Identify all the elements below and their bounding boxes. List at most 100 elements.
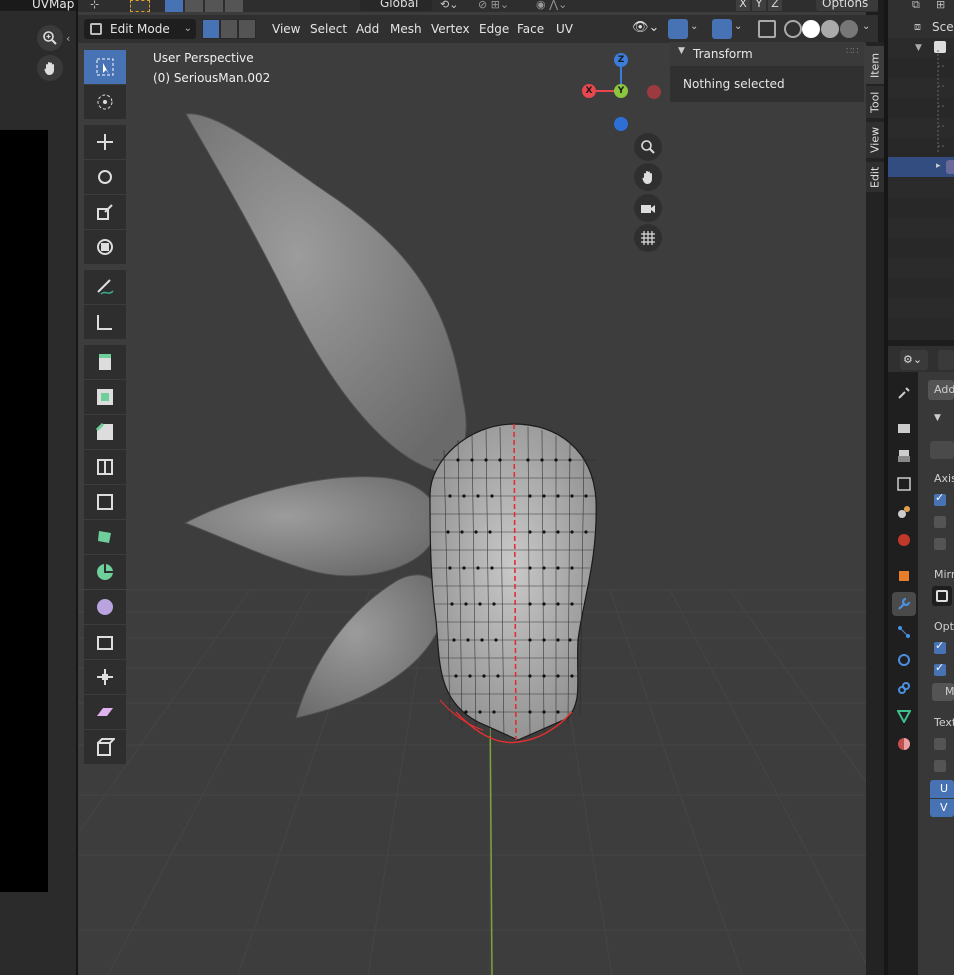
edge-select-button[interactable] — [220, 19, 238, 39]
outliner-row[interactable] — [888, 238, 954, 258]
zoom-icon[interactable] — [634, 133, 662, 161]
menu-uv[interactable]: UV — [552, 20, 577, 38]
menu-select[interactable]: Select — [306, 20, 351, 38]
rotate-tool[interactable] — [84, 160, 126, 194]
uv-image-canvas[interactable] — [0, 130, 48, 892]
uv-map-selector[interactable]: UVMap — [0, 0, 76, 11]
option-checkbox-1[interactable] — [934, 639, 946, 654]
measure-tool[interactable] — [84, 305, 126, 339]
axis-x-checkbox[interactable] — [934, 491, 946, 506]
pivot-point-icon[interactable]: ⟲⌄ — [440, 0, 470, 11]
gizmo-toggle-icon[interactable] — [668, 19, 688, 39]
modifier-properties-icon[interactable] — [892, 592, 916, 616]
smooth-tool[interactable] — [84, 590, 126, 624]
tab-item[interactable]: Item — [866, 46, 884, 84]
physics-properties-icon[interactable] — [892, 648, 916, 672]
navigation-gizmo[interactable]: Z X Y — [574, 48, 664, 138]
move-tool[interactable] — [84, 125, 126, 159]
mirror-y-toggle[interactable]: Y — [752, 0, 766, 11]
proportional-edit-icon[interactable]: ◉ ⋀⌄ — [536, 0, 586, 11]
vertex-select-button[interactable] — [202, 19, 220, 39]
spin-tool[interactable] — [84, 555, 126, 589]
world-properties-icon[interactable] — [892, 528, 916, 552]
tool-properties-icon[interactable] — [892, 381, 916, 405]
collapse-caret-icon[interactable]: ▼ — [934, 413, 941, 423]
chevron-down-icon[interactable]: ⌄ — [734, 21, 746, 37]
options-dropdown[interactable]: Options ⌄ — [816, 0, 878, 24]
3d-viewport[interactable] — [78, 0, 866, 975]
material-shading-icon[interactable] — [821, 20, 839, 38]
tab-tool[interactable]: Tool — [866, 86, 884, 118]
outliner-row[interactable] — [888, 258, 954, 278]
v-offset-field[interactable]: V — [930, 799, 954, 817]
poly-build-tool[interactable] — [84, 520, 126, 554]
menu-view[interactable]: View — [268, 20, 304, 38]
snap-icon[interactable]: ⊘ ⊞⌄ — [478, 0, 526, 11]
render-properties-icon[interactable] — [892, 416, 916, 440]
add-modifier-button[interactable]: Add — [928, 380, 954, 400]
inset-tool[interactable] — [84, 380, 126, 414]
mesh-body[interactable] — [429, 423, 597, 744]
drag-handle-icon[interactable]: ∷∷ — [846, 46, 859, 57]
gizmo-x-axis[interactable]: X — [582, 84, 596, 98]
overlay-toggle-icon[interactable] — [712, 19, 732, 39]
xray-toggle-icon[interactable] — [758, 20, 776, 38]
mirror-z-toggle[interactable]: Z — [768, 0, 782, 11]
menu-face[interactable]: Face — [513, 20, 548, 38]
view-layer-properties-icon[interactable] — [892, 472, 916, 496]
pan-hand-icon[interactable] — [37, 55, 63, 81]
extrude-tool[interactable] — [84, 345, 126, 379]
object-properties-icon[interactable] — [892, 564, 916, 588]
chevron-left-icon[interactable]: ‹ — [66, 32, 70, 45]
output-properties-icon[interactable] — [892, 444, 916, 468]
edge-slide-tool[interactable] — [84, 625, 126, 659]
texture-checkbox-1[interactable] — [934, 738, 946, 750]
menu-add[interactable]: Add — [352, 20, 383, 38]
scene-properties-icon[interactable] — [892, 500, 916, 524]
gizmo-neg-x-axis[interactable] — [647, 85, 661, 99]
constraint-properties-icon[interactable] — [892, 676, 916, 700]
wireframe-shading-icon[interactable] — [784, 20, 802, 38]
knife-tool[interactable] — [84, 485, 126, 519]
outliner-row[interactable] — [888, 298, 954, 318]
scene-collection-label[interactable]: Scen — [932, 20, 954, 34]
u-offset-field[interactable]: U — [930, 780, 954, 798]
collapse-caret-icon[interactable]: ▼ — [678, 46, 685, 56]
shear-tool[interactable] — [84, 695, 126, 729]
chevron-down-icon[interactable]: ⌄ — [690, 21, 702, 37]
axis-y-checkbox[interactable] — [934, 516, 946, 528]
tab-edit[interactable]: Edit — [866, 162, 884, 192]
outliner-row[interactable] — [888, 278, 954, 298]
outliner-row[interactable] — [888, 178, 954, 198]
gizmo-y-axis[interactable]: Y — [614, 84, 628, 98]
editor-type-dropdown[interactable]: ⚙⌄ — [900, 350, 928, 370]
filter-icon[interactable]: ⧉ — [912, 0, 926, 12]
mirror-x-toggle[interactable]: X — [736, 0, 750, 11]
cursor-tool[interactable] — [84, 85, 126, 119]
solid-shading-icon[interactable] — [802, 20, 820, 38]
select-tool-icon[interactable] — [130, 0, 150, 12]
transform-orientation-dropdown[interactable]: Global — [360, 0, 432, 11]
mirror-object-field[interactable] — [932, 586, 952, 606]
axis-z-checkbox[interactable] — [934, 538, 946, 550]
data-properties-icon[interactable] — [892, 704, 916, 728]
bevel-tool[interactable] — [84, 415, 126, 449]
modifier-name-field[interactable] — [930, 441, 954, 459]
visibility-eye-icon[interactable]: 👁⌄ — [632, 20, 662, 38]
gizmo-z-axis[interactable]: Z — [614, 53, 628, 67]
leaf-top[interactable] — [185, 113, 467, 473]
rip-region-tool[interactable] — [84, 730, 126, 764]
transform-tool[interactable] — [84, 230, 126, 264]
chevron-down-icon[interactable]: ⌄ — [862, 21, 874, 37]
pivot-icon[interactable]: ⊹ — [90, 0, 110, 12]
menu-mesh[interactable]: Mesh — [386, 20, 426, 38]
outliner-row[interactable] — [888, 198, 954, 218]
pan-hand-icon[interactable] — [634, 163, 662, 191]
material-properties-icon[interactable] — [892, 732, 916, 756]
merge-button[interactable]: M — [932, 683, 954, 701]
face-select-button[interactable] — [238, 19, 256, 39]
select-box-tool[interactable] — [84, 50, 126, 84]
texture-checkbox-2[interactable] — [934, 760, 946, 772]
leaf-middle[interactable] — [183, 476, 439, 577]
option-checkbox-2[interactable] — [934, 661, 946, 676]
